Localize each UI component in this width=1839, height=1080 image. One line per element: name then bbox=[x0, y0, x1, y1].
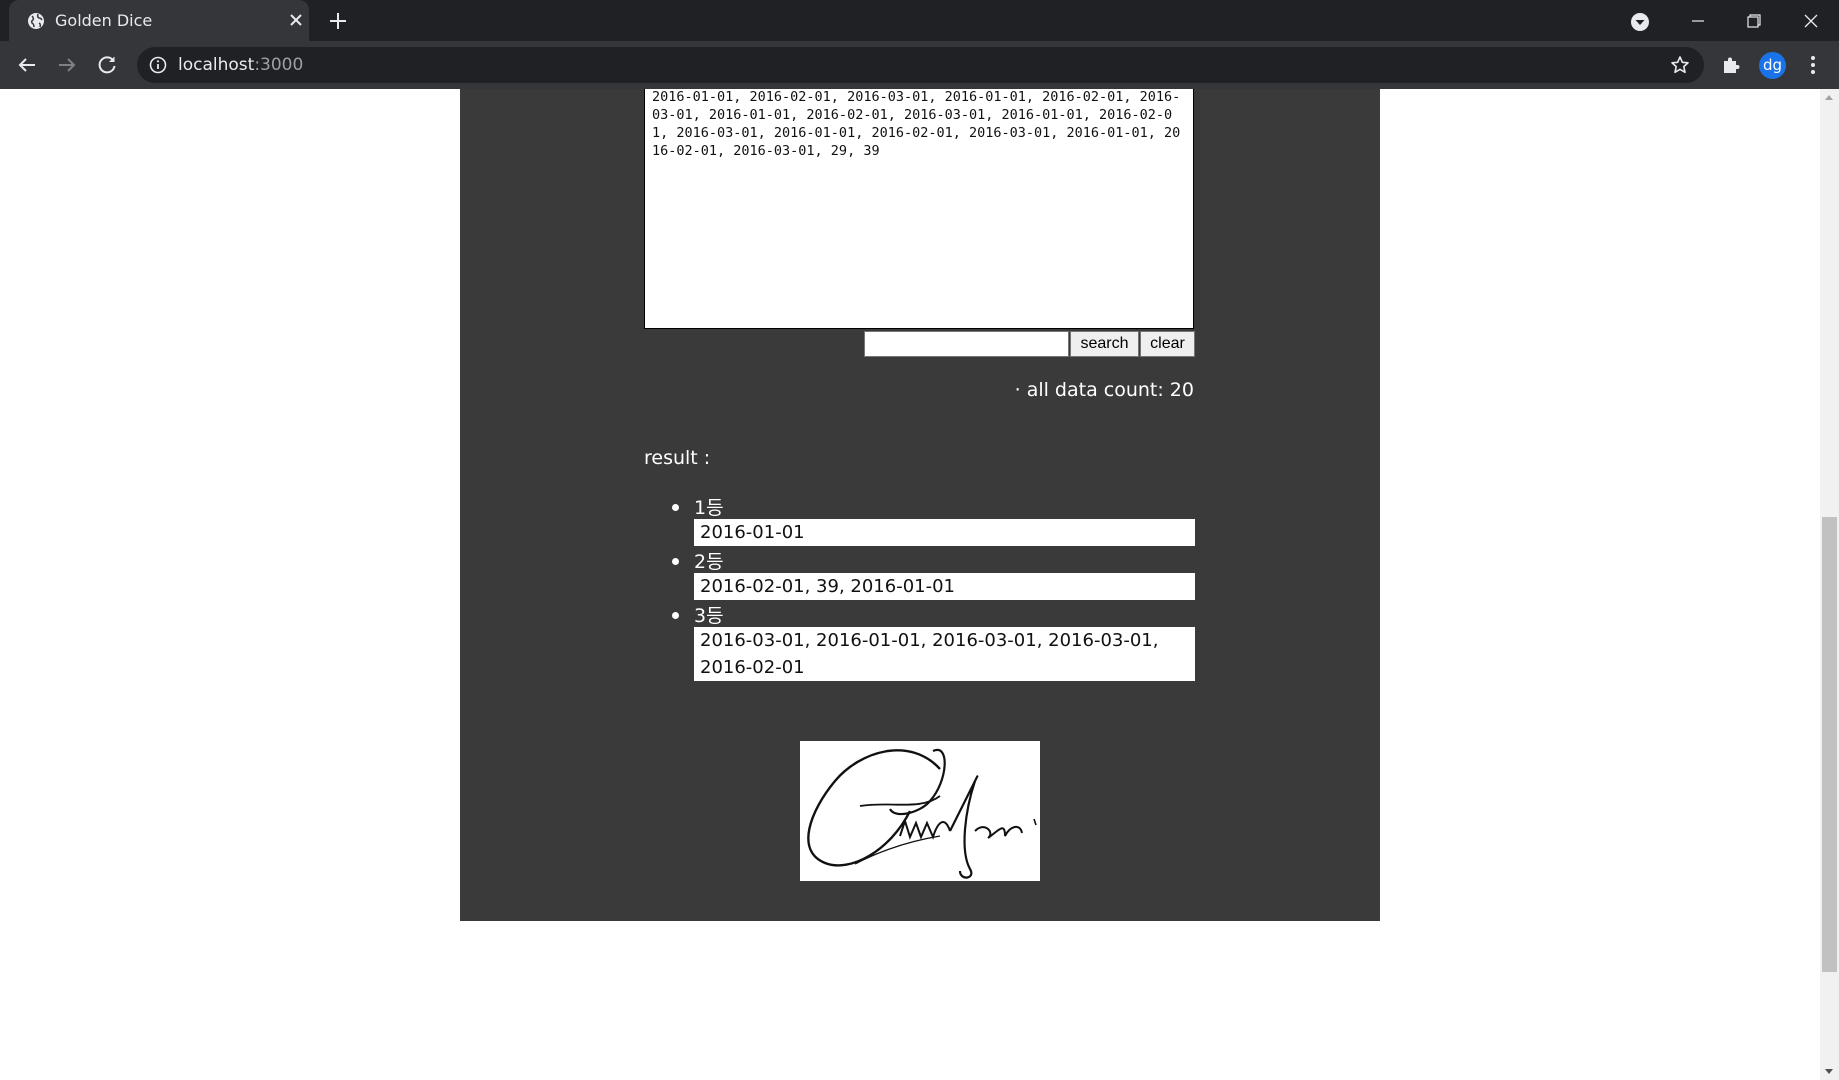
info-icon[interactable] bbox=[149, 56, 167, 74]
tab-strip: Golden Dice bbox=[0, 0, 1839, 41]
page-viewport: 2016-01-01, 2016-02-01, 2016-03-01, 2016… bbox=[0, 89, 1820, 1080]
rank-value: 2016-01-01 bbox=[694, 519, 1195, 546]
star-icon[interactable] bbox=[1670, 55, 1690, 75]
rank-value: 2016-02-01, 39, 2016-01-01 bbox=[694, 573, 1195, 600]
minimize-icon[interactable] bbox=[1685, 8, 1711, 34]
url-port: :3000 bbox=[254, 55, 304, 75]
url-host: localhost bbox=[178, 55, 255, 75]
globe-icon bbox=[28, 13, 44, 29]
extensions-icon[interactable] bbox=[1720, 53, 1744, 77]
scroll-down-arrow[interactable] bbox=[1825, 1069, 1833, 1074]
browser-tab[interactable]: Golden Dice bbox=[9, 0, 309, 41]
forward-icon[interactable] bbox=[55, 53, 79, 77]
tab-title: Golden Dice bbox=[55, 11, 153, 30]
search-button[interactable]: search bbox=[1070, 331, 1139, 357]
vertical-scrollbar[interactable] bbox=[1820, 89, 1839, 1080]
browser-toolbar: localhost:3000 dg bbox=[0, 41, 1839, 89]
main-panel: 2016-01-01, 2016-02-01, 2016-03-01, 2016… bbox=[460, 89, 1380, 921]
list-bullet bbox=[672, 504, 679, 511]
tab-search-icon[interactable] bbox=[1629, 11, 1651, 33]
back-icon[interactable] bbox=[15, 53, 39, 77]
signature-image bbox=[800, 741, 1040, 881]
address-bar[interactable]: localhost:3000 bbox=[137, 47, 1704, 83]
data-textarea[interactable]: 2016-01-01, 2016-02-01, 2016-03-01, 2016… bbox=[644, 89, 1194, 329]
rank-title: 3등 bbox=[694, 605, 724, 627]
clear-button[interactable]: clear bbox=[1140, 331, 1195, 357]
rank-title: 2등 bbox=[694, 551, 724, 573]
rank-value: 2016-03-01, 2016-01-01, 2016-03-01, 2016… bbox=[694, 627, 1195, 681]
menu-icon[interactable] bbox=[1801, 53, 1825, 77]
scroll-thumb[interactable] bbox=[1822, 517, 1837, 972]
window-close-icon[interactable] bbox=[1798, 8, 1824, 34]
list-bullet bbox=[672, 558, 679, 565]
profile-avatar[interactable]: dg bbox=[1759, 52, 1786, 79]
close-icon[interactable] bbox=[287, 11, 305, 29]
reload-icon[interactable] bbox=[95, 53, 119, 77]
plus-icon[interactable] bbox=[327, 10, 349, 32]
rank-title: 1등 bbox=[694, 497, 724, 519]
result-label: result : bbox=[644, 447, 711, 469]
restore-icon[interactable] bbox=[1741, 8, 1767, 34]
list-bullet bbox=[672, 612, 679, 619]
search-input[interactable] bbox=[864, 331, 1069, 357]
scroll-up-arrow[interactable] bbox=[1825, 95, 1833, 100]
url-text: localhost:3000 bbox=[178, 55, 303, 75]
data-count: · all data count: 20 bbox=[1014, 379, 1194, 401]
